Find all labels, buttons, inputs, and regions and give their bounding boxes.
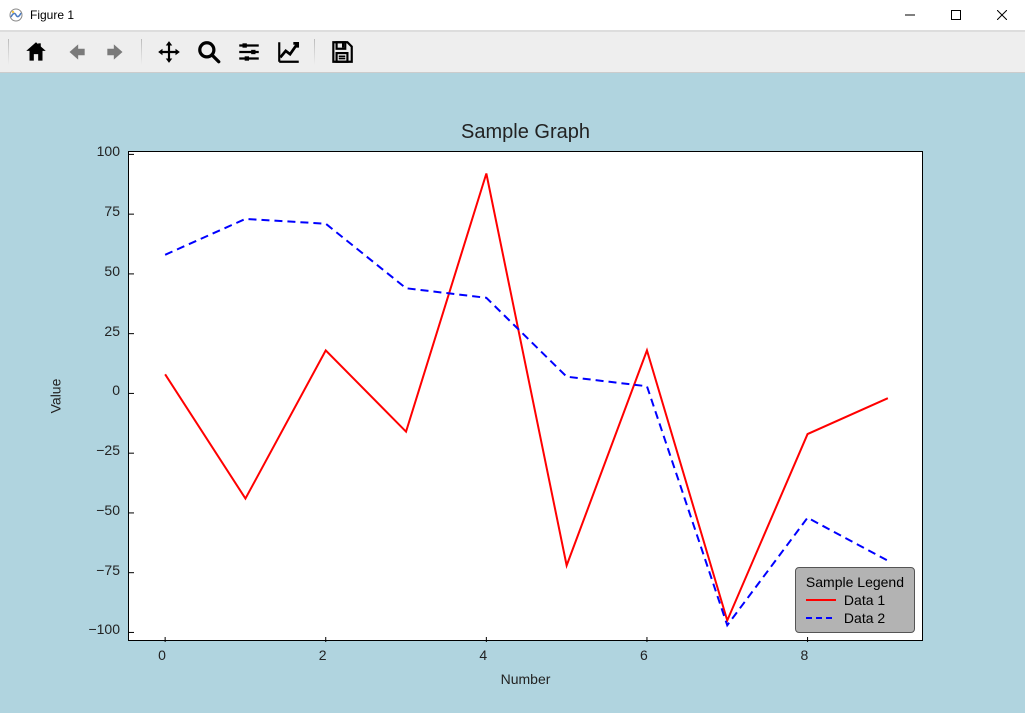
close-button[interactable] xyxy=(979,0,1025,30)
legend-item: Data 1 xyxy=(806,592,904,608)
x-tick-label: 4 xyxy=(479,647,487,663)
legend-title: Sample Legend xyxy=(806,574,904,590)
y-tick-label: 0 xyxy=(112,382,120,398)
legend-swatch-dashed-blue xyxy=(806,612,836,624)
series-line xyxy=(165,174,888,621)
legend-label: Data 1 xyxy=(844,592,885,608)
y-tick-label: −100 xyxy=(88,621,120,637)
window-title: Figure 1 xyxy=(30,8,74,22)
y-tick-label: 25 xyxy=(104,323,120,339)
y-tick-label: 100 xyxy=(97,143,120,159)
toolbar-separator xyxy=(8,39,9,65)
y-tick-label: −75 xyxy=(96,562,120,578)
legend-item: Data 2 xyxy=(806,610,904,626)
legend-label: Data 2 xyxy=(844,610,885,626)
legend-swatch-solid-red xyxy=(806,594,836,606)
legend[interactable]: Sample Legend Data 1 Data 2 xyxy=(795,567,915,633)
pan-button[interactable] xyxy=(150,33,188,71)
toolbar-separator xyxy=(141,39,142,65)
y-tick-label: 50 xyxy=(104,263,120,279)
x-axis-label: Number xyxy=(128,671,923,687)
back-button[interactable] xyxy=(57,33,95,71)
edit-axis-button[interactable] xyxy=(270,33,308,71)
figure-canvas[interactable]: Sample Graph Value Number Sample Legend … xyxy=(0,73,1025,713)
x-tick-label: 6 xyxy=(640,647,648,663)
maximize-button[interactable] xyxy=(933,0,979,30)
minimize-button[interactable] xyxy=(887,0,933,30)
x-tick-label: 0 xyxy=(158,647,166,663)
y-axis-label: Value xyxy=(47,379,63,414)
chart-title: Sample Graph xyxy=(128,121,923,144)
zoom-button[interactable] xyxy=(190,33,228,71)
x-tick-label: 2 xyxy=(319,647,327,663)
y-tick-label: −25 xyxy=(96,442,120,458)
mpl-toolbar xyxy=(0,31,1025,73)
window-titlebar: Figure 1 xyxy=(0,0,1025,31)
y-tick-label: −50 xyxy=(96,502,120,518)
forward-button[interactable] xyxy=(97,33,135,71)
home-button[interactable] xyxy=(17,33,55,71)
app-icon xyxy=(8,7,24,23)
toolbar-separator xyxy=(314,39,315,65)
y-tick-label: 75 xyxy=(104,203,120,219)
save-button[interactable] xyxy=(323,33,361,71)
x-tick-label: 8 xyxy=(801,647,809,663)
series-line xyxy=(165,219,888,625)
configure-subplots-button[interactable] xyxy=(230,33,268,71)
